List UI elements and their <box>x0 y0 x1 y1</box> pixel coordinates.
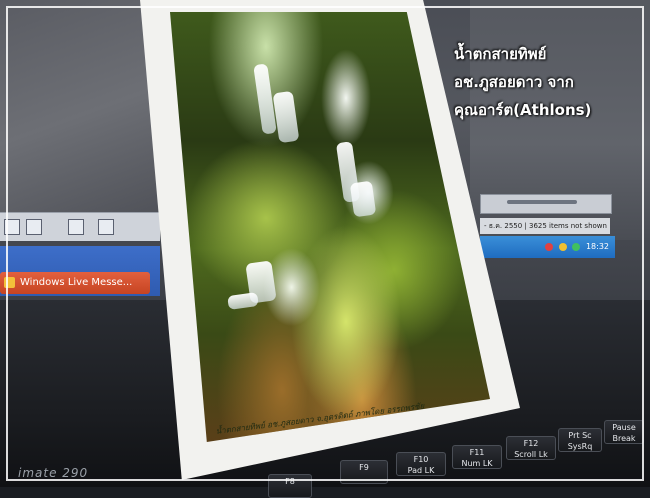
screen-left-window <box>0 0 165 230</box>
key-label-top: F12 <box>523 439 539 448</box>
waterfall-stream <box>272 90 300 144</box>
laptop-brand: imate 290 <box>18 466 89 480</box>
key-label-bottom: F8 <box>285 477 295 486</box>
waterfall-stream <box>349 180 377 218</box>
overlay-line-2: อช.ภูสอยดาว จาก <box>454 73 574 91</box>
key-label-top: F11 <box>469 448 485 457</box>
status-bar: - ธ.ค. 2550 | 3625 items not shown <box>480 218 610 234</box>
clock: 18:32 <box>585 242 609 251</box>
tray-icon <box>572 242 581 251</box>
toolbar-icon <box>98 219 114 235</box>
system-tray: 18:32 <box>480 236 615 258</box>
messenger-icon <box>4 277 15 288</box>
overlay-line-1: น้ำตกสายทิพย์ <box>454 45 547 63</box>
taskbar-button-messenger: Windows Live Messe... <box>0 272 150 294</box>
key-f8: F8 <box>268 474 312 498</box>
tray-icon <box>558 242 567 251</box>
key-label-bottom: Scroll Lk <box>514 450 548 459</box>
zoom-slider-strip <box>480 194 612 214</box>
taskbar-button-label: Windows Live Messe... <box>20 277 133 288</box>
tray-icon <box>545 242 554 251</box>
key-label-top: Prt Sc <box>568 431 592 440</box>
toolbar-icon <box>68 219 84 235</box>
key-f10: F10 Pad LK <box>396 452 446 476</box>
key-f11: F11 Num LK <box>452 445 502 469</box>
key-label-top: F9 <box>359 463 369 472</box>
key-f9: F9 <box>340 460 388 484</box>
key-prtsc: Prt Sc SysRq <box>558 428 602 452</box>
key-label-top: F10 <box>413 455 429 464</box>
key-label-bottom: Num LK <box>461 459 493 468</box>
overlay-text: น้ำตกสายทิพย์ อช.ภูสอยดาว จาก คุณอาร์ต(A… <box>454 40 644 124</box>
key-label-bottom: Break <box>612 434 636 443</box>
zoom-slider <box>507 200 577 204</box>
toolbar-icon <box>4 219 20 235</box>
key-pause: Pause Break <box>604 420 644 444</box>
key-label-bottom: SysRq <box>567 442 593 451</box>
key-f12: F12 Scroll Lk <box>506 436 556 460</box>
key-label-top: Pause <box>612 423 636 432</box>
waterfall-stream <box>227 291 259 311</box>
explorer-toolbar <box>0 212 160 241</box>
toolbar-icon <box>26 219 42 235</box>
overlay-line-3: คุณอาร์ต(Athlons) <box>454 101 592 119</box>
key-label-bottom: Pad LK <box>407 466 435 475</box>
